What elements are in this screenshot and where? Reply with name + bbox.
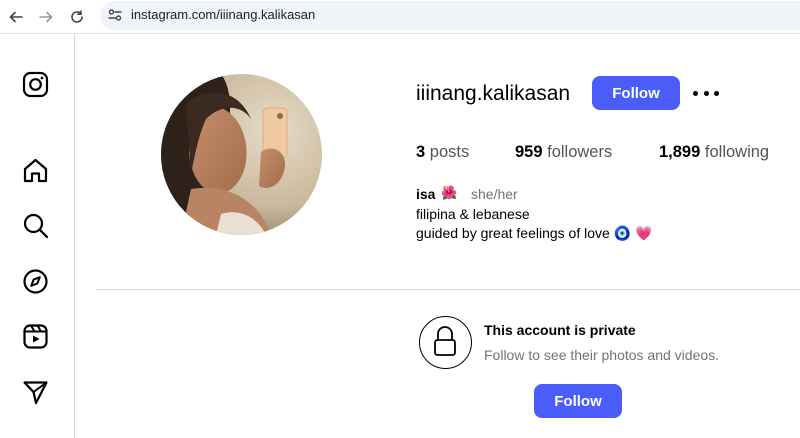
more-options-button[interactable] [693,85,719,101]
explore-compass-icon[interactable] [22,268,49,295]
arrow-right-icon [39,11,53,23]
follow-button-private[interactable]: Follow [534,384,622,418]
posts-label: posts [429,143,470,161]
search-icon[interactable] [22,212,49,239]
lock-icon [434,326,456,356]
bio-emojis: 🧿 💗 [613,225,653,241]
bio-name: isa [416,186,436,202]
browser-toolbar: instagram.com/iiinang.kalikasan [0,0,800,34]
back-button[interactable] [4,5,28,29]
flower-emoji: 🌺 [441,185,458,200]
section-divider [96,289,800,290]
more-dot-icon [703,90,709,96]
bio-line-2: guided by great feelings of love 🧿 💗 [416,225,652,242]
address-bar[interactable]: instagram.com/iiinang.kalikasan [100,1,800,30]
reload-icon [71,10,83,23]
following-label: following [704,143,770,161]
profile-photo [161,74,322,235]
posts-number: 3 [416,143,426,161]
forward-button[interactable] [34,5,58,29]
following-count[interactable]: 1,899 following [659,143,769,162]
bio-line-1: filipina & lebanese [416,206,530,222]
site-settings-icon[interactable] [107,7,123,23]
followers-count[interactable]: 959 followers [515,143,612,162]
profile-avatar[interactable] [161,74,322,235]
reload-button[interactable] [65,5,89,29]
private-lock-badge [419,316,472,369]
url-text[interactable]: instagram.com/iiinang.kalikasan [131,7,315,22]
reels-icon[interactable] [22,323,49,350]
followers-label: followers [547,143,613,161]
arrow-left-icon [9,11,23,23]
messages-send-icon[interactable] [22,379,49,406]
bio-pronouns: she/her [471,186,518,202]
posts-count: 3 posts [416,143,469,162]
sidebar [0,34,75,438]
home-icon[interactable] [22,157,49,184]
more-dot-icon [714,90,719,96]
follow-button[interactable]: Follow [592,76,680,110]
private-account-subtitle: Follow to see their photos and videos. [484,347,720,363]
followers-number: 959 [515,143,543,161]
profile-username: iiinang.kalikasan [416,82,571,105]
private-account-title: This account is private [484,322,636,338]
instagram-logo-icon[interactable] [22,71,49,98]
following-number: 1,899 [659,143,701,161]
bio-line-2-text: guided by great feelings of love [416,225,610,241]
more-dot-icon [693,90,698,96]
